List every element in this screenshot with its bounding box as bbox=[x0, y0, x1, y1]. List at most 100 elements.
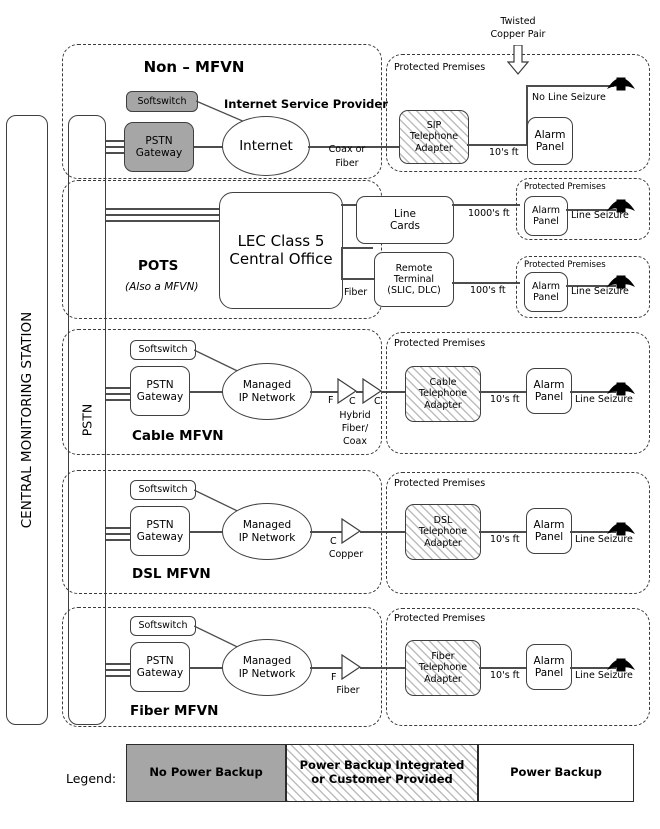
fiber-mfvn-softswitch-label: Softswitch bbox=[138, 620, 188, 632]
trunk-line-dsl-c bbox=[106, 539, 132, 541]
non-mfvn-bypass-run bbox=[526, 85, 614, 87]
non-mfvn-premises-line bbox=[467, 144, 527, 146]
dsl-mfvn-gateway-line2: Gateway bbox=[136, 531, 184, 543]
dsl-mfvn-media-label: Copper bbox=[328, 549, 364, 560]
dsl-mfvn-alarm-panel: Alarm Panel bbox=[526, 508, 572, 554]
pots-remote-terminal: Remote Terminal (SLIC, DLC) bbox=[374, 252, 454, 307]
cable-mfvn-softswitch: Softswitch bbox=[130, 340, 196, 360]
dsl-mfvn-adapter-line1: DSL bbox=[433, 515, 453, 527]
dsl-mfvn-amp-in-label: C bbox=[330, 536, 337, 547]
cable-mfvn-amp-in-label: F bbox=[328, 395, 334, 406]
pots-linecards-line1: Line bbox=[394, 207, 416, 220]
non-mfvn-sip-telephone-adapter: SIP Telephone Adapter bbox=[399, 110, 469, 164]
dsl-mfvn-adapter-line2: Telephone bbox=[418, 526, 468, 538]
pots-co-rt-link bbox=[341, 247, 373, 249]
cable-mfvn-gw-cloud-link bbox=[189, 391, 223, 393]
non-mfvn-pstn-gateway: PSTN Gateway bbox=[124, 122, 194, 172]
dsl-mfvn-premises-line bbox=[479, 531, 527, 533]
trunk-line-fiber-c bbox=[106, 675, 132, 677]
cable-mfvn-premises-label: Protected Premises bbox=[394, 338, 486, 349]
fiber-mfvn-amplifier-icon bbox=[341, 654, 361, 680]
non-mfvn-panel-line2: Panel bbox=[535, 141, 565, 153]
fiber-mfvn-panel-line1: Alarm bbox=[533, 654, 565, 667]
non-mfvn-adapter-line2: Telephone bbox=[409, 131, 459, 143]
cable-mfvn-cloud-line1: Managed bbox=[242, 378, 292, 391]
fiber-mfvn-gateway-line1: PSTN bbox=[146, 654, 174, 667]
pots-co-rt-riser bbox=[341, 247, 343, 279]
non-mfvn-link-label-1: Coax or bbox=[328, 144, 366, 155]
pots-premises1-distance: 1000's ft bbox=[468, 208, 510, 219]
cable-mfvn-alarm-panel: Alarm Panel bbox=[526, 368, 572, 414]
dsl-mfvn-distance-label: 10's ft bbox=[490, 534, 520, 545]
cable-mfvn-amp-mid-label: C bbox=[349, 396, 356, 407]
fiber-mfvn-premises-label: Protected Premises bbox=[394, 613, 486, 624]
fiber-mfvn-panel-line2: Panel bbox=[534, 667, 564, 679]
pots-premises1-telephone-icon bbox=[604, 192, 638, 216]
dsl-mfvn-ip-cloud: Managed IP Network bbox=[222, 503, 312, 560]
legend-item-1-text: Power Backup Integrated or Customer Prov… bbox=[299, 758, 465, 786]
pots-rt-line3: (SLIC, DLC) bbox=[387, 285, 441, 297]
cable-mfvn-panel-line2: Panel bbox=[534, 391, 564, 403]
fiber-mfvn-adapter-line3: Adapter bbox=[424, 673, 462, 685]
non-mfvn-isp-label: Internet Service Provider bbox=[224, 97, 388, 111]
cable-mfvn-media-label-3: Coax bbox=[343, 436, 367, 447]
legend-item-power-backup: Power Backup bbox=[478, 744, 634, 802]
pots-premises2-alarm-panel: Alarm Panel bbox=[524, 272, 568, 312]
cable-mfvn-adapter-line1: Cable bbox=[429, 377, 457, 389]
non-mfvn-panel-line1: Alarm bbox=[534, 128, 566, 141]
cable-mfvn-adapter-line3: Adapter bbox=[424, 399, 462, 411]
pots-premises2-label: Protected Premises bbox=[524, 260, 606, 270]
dsl-mfvn-telephone-adapter: DSL Telephone Adapter bbox=[405, 504, 481, 560]
dsl-mfvn-cloud-line1: Managed bbox=[242, 518, 292, 531]
dsl-mfvn-cloud-line2: IP Network bbox=[238, 531, 296, 544]
pots-rt-line2: Terminal bbox=[393, 273, 435, 285]
fiber-mfvn-ip-cloud: Managed IP Network bbox=[222, 639, 312, 696]
non-mfvn-seizure-label: No Line Seizure bbox=[532, 92, 606, 103]
cable-mfvn-ip-cloud: Managed IP Network bbox=[222, 363, 312, 420]
pots-p1-panel-line1: Alarm bbox=[532, 204, 560, 216]
dsl-mfvn-panel-line1: Alarm bbox=[533, 518, 565, 531]
cable-mfvn-gateway-line1: PSTN bbox=[146, 378, 174, 391]
fiber-mfvn-gw-cloud-link bbox=[189, 667, 223, 669]
dsl-mfvn-adapter-line3: Adapter bbox=[424, 537, 462, 549]
non-mfvn-internet-cloud: Internet bbox=[222, 116, 310, 176]
non-mfvn-gateway-line1: PSTN bbox=[145, 134, 173, 147]
dsl-mfvn-premises-label: Protected Premises bbox=[394, 478, 486, 489]
dsl-mfvn-panel-line2: Panel bbox=[534, 531, 564, 543]
section-pots-subtitle: (Also a MFVN) bbox=[125, 281, 199, 293]
section-fiber-mfvn-title: Fiber MFVN bbox=[130, 703, 219, 719]
cable-mfvn-telephone-adapter: Cable Telephone Adapter bbox=[405, 366, 481, 422]
dsl-mfvn-pstn-gateway: PSTN Gateway bbox=[130, 506, 190, 556]
dsl-mfvn-gw-cloud-link bbox=[189, 531, 223, 533]
cable-mfvn-premises-line bbox=[479, 391, 527, 393]
fiber-mfvn-cloud-amp-link bbox=[310, 667, 342, 669]
fiber-mfvn-premises-line bbox=[479, 667, 527, 669]
non-mfvn-cloud-label: Internet bbox=[239, 137, 293, 154]
non-mfvn-softswitch: Softswitch bbox=[126, 91, 198, 112]
pots-line-cards: Line Cards bbox=[356, 196, 454, 244]
trunk-line-dsl-a bbox=[106, 527, 132, 529]
diagram-canvas: CENTRAL MONITORING STATION PSTN Non – MF… bbox=[0, 0, 660, 829]
fiber-mfvn-amp-in-label: F bbox=[331, 672, 337, 683]
fiber-mfvn-gateway-line2: Gateway bbox=[136, 667, 184, 679]
fiber-mfvn-pstn-gateway: PSTN Gateway bbox=[130, 642, 190, 692]
dsl-mfvn-softswitch-label: Softswitch bbox=[138, 484, 188, 496]
cable-mfvn-amp-out-label: C bbox=[374, 396, 381, 407]
cable-mfvn-panel-line1: Alarm bbox=[533, 378, 565, 391]
fiber-mfvn-adapter-line2: Telephone bbox=[418, 662, 468, 674]
trunk-line-cable-b bbox=[106, 393, 132, 395]
fiber-mfvn-telephone-adapter: Fiber Telephone Adapter bbox=[405, 640, 481, 696]
trunk-line-cable-c bbox=[106, 399, 132, 401]
fiber-mfvn-adapter-line1: Fiber bbox=[431, 651, 455, 663]
cable-mfvn-media-label-1: Hybrid bbox=[339, 410, 371, 421]
central-monitoring-station-label: CENTRAL MONITORING STATION bbox=[19, 311, 35, 529]
legend-item-no-power-backup: No Power Backup bbox=[126, 744, 286, 802]
trunk-line-pots-c bbox=[106, 220, 222, 222]
fiber-mfvn-alarm-panel: Alarm Panel bbox=[526, 644, 572, 690]
pots-premises2-line bbox=[452, 282, 520, 284]
cable-mfvn-telephone-icon bbox=[604, 375, 638, 399]
cable-mfvn-softswitch-label: Softswitch bbox=[138, 344, 188, 356]
legend-label: Legend: bbox=[66, 771, 117, 786]
fiber-mfvn-cloud-line1: Managed bbox=[242, 654, 292, 667]
cable-mfvn-distance-label: 10's ft bbox=[490, 394, 520, 405]
